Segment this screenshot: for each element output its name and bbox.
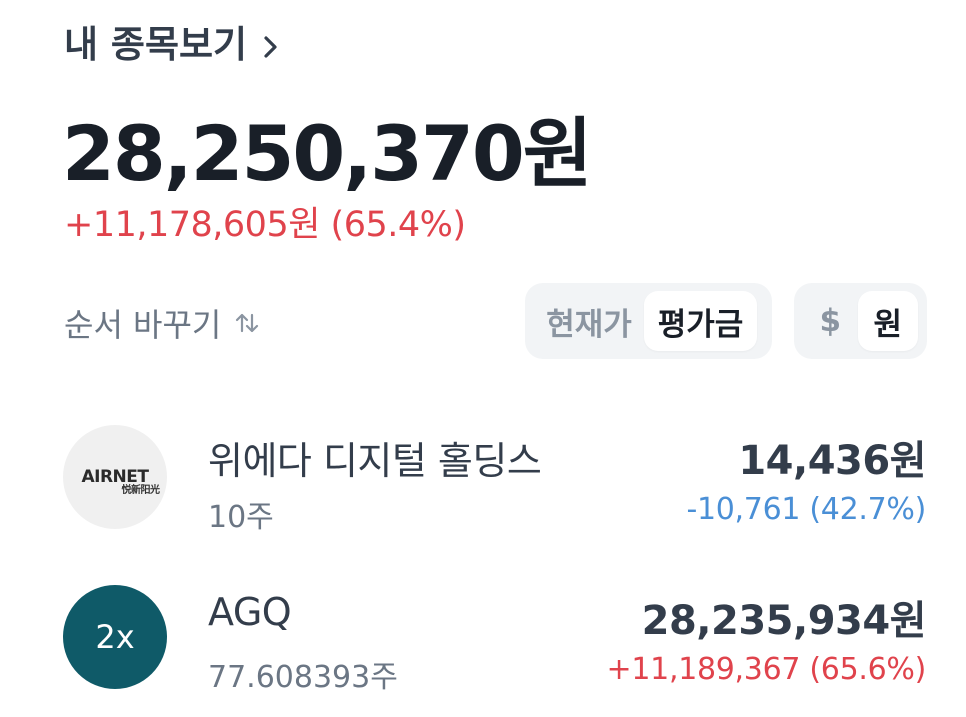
stock-name: AGQ: [208, 590, 292, 634]
stock-name: 위에다 디지털 홀딩스: [208, 439, 542, 483]
leverage-badge: 2x: [95, 618, 135, 656]
stock-change: -10,761 (42.7%): [686, 492, 926, 527]
holdings-page: 내 종목보기 28,250,370원 +11,178,605원 (65.4%) …: [0, 0, 966, 717]
sort-arrows-icon: [233, 309, 261, 337]
holding-row[interactable]: AIRNET 悦新阳光 위에다 디지털 홀딩스 10주 14,436원 -10,…: [0, 410, 966, 550]
total-change: +11,178,605원 (65.4%): [64, 205, 466, 245]
toggle-usd[interactable]: $: [803, 291, 858, 351]
currency-toggle: $ 원: [794, 283, 927, 359]
toggle-krw[interactable]: 원: [857, 291, 918, 351]
airnet-logo: AIRNET 悦新阳光: [81, 467, 160, 496]
sort-order-button[interactable]: 순서 바꾸기: [64, 300, 261, 346]
stock-quantity: 77.608393주: [208, 660, 398, 695]
sort-label: 순서 바꾸기: [64, 306, 222, 344]
price-type-toggle: 현재가 평가금: [525, 283, 772, 359]
stock-value: 14,436원: [738, 438, 926, 484]
stock-logo: AIRNET 悦新阳光: [63, 425, 167, 529]
total-value: 28,250,370원: [62, 109, 593, 198]
stock-change: +11,189,367 (65.6%): [606, 652, 927, 687]
toggle-valuation[interactable]: 평가금: [644, 291, 757, 351]
stock-value: 28,235,934원: [641, 598, 927, 644]
section-title: 내 종목보기: [64, 23, 248, 66]
stock-quantity: 10주: [208, 500, 274, 535]
toggle-current-price[interactable]: 현재가: [534, 291, 644, 351]
stock-logo: 2x: [63, 585, 167, 689]
my-stocks-link[interactable]: 내 종목보기: [64, 14, 281, 68]
holding-row[interactable]: 2x AGQ 77.608393주 28,235,934원 +11,189,36…: [0, 570, 966, 710]
chevron-right-icon: [261, 27, 281, 58]
